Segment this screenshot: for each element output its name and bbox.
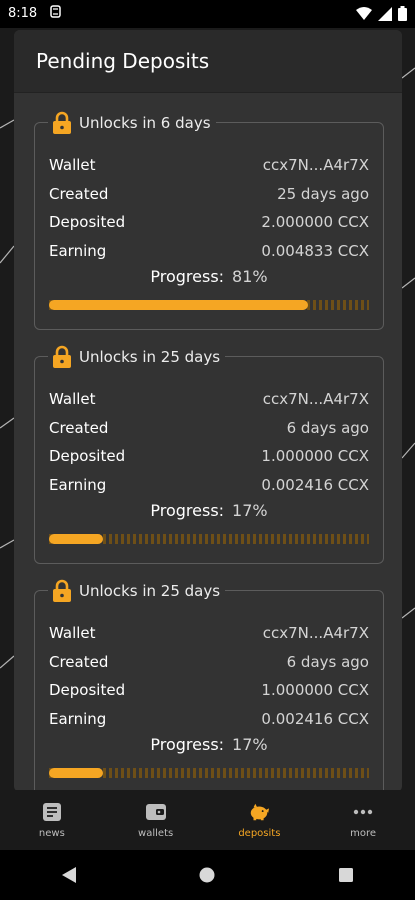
deposit-details: Wallet ccx7N...A4r7X Created 6 days ago De…	[49, 619, 369, 733]
created-label: Created	[49, 418, 109, 437]
earning-row: Earning 0.004833 CCX	[49, 237, 369, 266]
progress-bar	[49, 300, 369, 310]
deposit-card-title: Unlocks in 6 days	[48, 110, 216, 136]
deposit-details: Wallet ccx7N...A4r7X Created 25 days ago D…	[49, 151, 369, 265]
deposited-row: Deposited 1.000000 CCX	[49, 442, 369, 471]
unlock-text: Unlocks in 6 days	[79, 114, 211, 132]
news-icon	[41, 801, 63, 823]
lock-icon	[53, 345, 71, 368]
earning-value: 0.004833 CCX	[261, 241, 369, 260]
nav-news-label: news	[38, 828, 65, 839]
earning-row: Earning 0.002416 CCX	[49, 471, 369, 500]
wallet-value: ccx7N...A4r7X	[262, 156, 369, 175]
deposited-label: Deposited	[49, 447, 126, 466]
recents-icon[interactable]	[338, 867, 354, 883]
panel-header: Pending Deposits	[14, 30, 402, 93]
sync-status-icon	[50, 5, 61, 18]
created-row: Created 25 days ago	[49, 180, 369, 209]
nav-deposits[interactable]: deposits	[208, 790, 312, 850]
progress-percent: 81%	[232, 267, 268, 286]
lock-icon	[53, 111, 71, 134]
deposit-card[interactable]: Unlocks in 25 days Wallet ccx7N...A4r7X C…	[34, 344, 384, 564]
deposited-value: 1.000000 CCX	[261, 447, 369, 466]
wallet-label: Wallet	[49, 624, 96, 643]
wallet-row: Wallet ccx7N...A4r7X	[49, 385, 369, 414]
progress-percent: 17%	[232, 735, 268, 754]
nav-wallets-label: wallets	[138, 828, 174, 839]
created-label: Created	[49, 652, 109, 671]
deposit-details: Wallet ccx7N...A4r7X Created 6 days ago De…	[49, 385, 369, 499]
deposited-label: Deposited	[49, 213, 126, 232]
wifi-icon	[356, 6, 372, 20]
earning-label: Earning	[49, 241, 107, 260]
more-dots-icon	[352, 801, 374, 823]
earning-label: Earning	[49, 475, 107, 494]
nav-news[interactable]: news	[0, 790, 104, 850]
progress-line: Progress: 17%	[35, 501, 383, 520]
created-value: 25 days ago	[277, 184, 369, 203]
pending-deposits-panel[interactable]: Pending Deposits Unlocks in 6 days Walle…	[14, 30, 402, 792]
bottom-navigation: news wallets deposits more	[0, 790, 415, 850]
nav-more-label: more	[350, 828, 377, 839]
deposited-value: 1.000000 CCX	[261, 681, 369, 700]
home-icon[interactable]	[199, 867, 215, 883]
wallet-label: Wallet	[49, 390, 96, 409]
status-bar: 8:18	[0, 0, 415, 28]
deposited-row: Deposited 1.000000 CCX	[49, 676, 369, 705]
unlock-text: Unlocks in 25 days	[79, 582, 221, 600]
progress-bar-fill	[49, 300, 309, 310]
deposit-card[interactable]: Unlocks in 25 days Wallet ccx7N...A4r7X C…	[34, 578, 384, 792]
created-row: Created 6 days ago	[49, 414, 369, 443]
earning-label: Earning	[49, 709, 107, 728]
status-time: 8:18	[8, 6, 38, 21]
page-title: Pending Deposits	[36, 49, 210, 73]
earning-value: 0.002416 CCX	[261, 709, 369, 728]
created-value: 6 days ago	[286, 418, 369, 437]
deposited-value: 2.000000 CCX	[261, 213, 369, 232]
nav-wallets[interactable]: wallets	[104, 790, 208, 850]
progress-bar-fill	[49, 534, 104, 544]
progress-bar	[49, 768, 369, 778]
signal-icon	[378, 6, 392, 21]
nav-more[interactable]: more	[311, 790, 415, 850]
deposit-card-title: Unlocks in 25 days	[48, 578, 226, 604]
progress-label: Progress:	[150, 501, 225, 520]
deposited-row: Deposited 2.000000 CCX	[49, 208, 369, 237]
progress-bar	[49, 534, 369, 544]
wallet-value: ccx7N...A4r7X	[262, 624, 369, 643]
progress-percent: 17%	[232, 501, 268, 520]
deposited-label: Deposited	[49, 681, 126, 700]
progress-bar-fill	[49, 768, 104, 778]
progress-line: Progress: 17%	[35, 735, 383, 754]
system-navigation-bar	[0, 850, 415, 900]
created-value: 6 days ago	[286, 652, 369, 671]
earning-value: 0.002416 CCX	[261, 475, 369, 494]
deposit-card-title: Unlocks in 25 days	[48, 344, 226, 370]
progress-label: Progress:	[150, 267, 225, 286]
wallet-label: Wallet	[49, 156, 96, 175]
unlock-text: Unlocks in 25 days	[79, 348, 221, 366]
status-icons	[356, 6, 407, 21]
created-label: Created	[49, 184, 109, 203]
nav-deposits-label: deposits	[238, 828, 281, 839]
battery-icon	[398, 6, 407, 21]
wallet-row: Wallet ccx7N...A4r7X	[49, 619, 369, 648]
back-icon[interactable]	[61, 866, 77, 884]
wallet-value: ccx7N...A4r7X	[262, 390, 369, 409]
wallet-row: Wallet ccx7N...A4r7X	[49, 151, 369, 180]
deposit-card[interactable]: Unlocks in 6 days Wallet ccx7N...A4r7X Cr…	[34, 110, 384, 330]
progress-line: Progress: 81%	[35, 267, 383, 286]
progress-label: Progress:	[150, 735, 225, 754]
wallet-icon	[145, 801, 167, 823]
created-row: Created 6 days ago	[49, 648, 369, 677]
piggy-bank-icon	[248, 801, 270, 823]
earning-row: Earning 0.002416 CCX	[49, 705, 369, 734]
lock-icon	[53, 579, 71, 602]
